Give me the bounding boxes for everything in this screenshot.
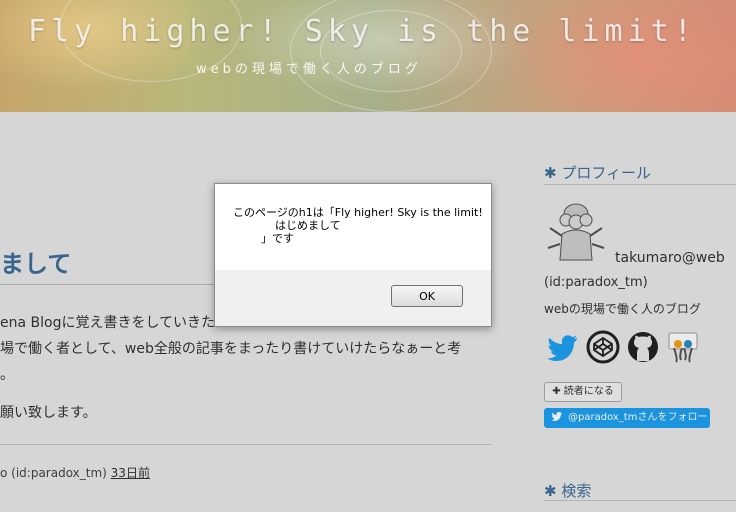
ok-button[interactable]: OK <box>391 285 463 307</box>
site-header: Fly higher! Sky is the limit! webの現場で働く人… <box>0 0 736 112</box>
alert-dialog: このページのh1は「Fly higher! Sky is the limit! … <box>214 183 492 327</box>
dialog-message-area: このページのh1は「Fly higher! Sky is the limit! … <box>215 184 491 270</box>
dialog-message: このページのh1は「Fly higher! Sky is the limit! … <box>233 206 483 245</box>
site-description: webの現場で働く人のブログ <box>196 62 422 77</box>
site-title[interactable]: Fly higher! Sky is the limit! <box>28 14 697 49</box>
